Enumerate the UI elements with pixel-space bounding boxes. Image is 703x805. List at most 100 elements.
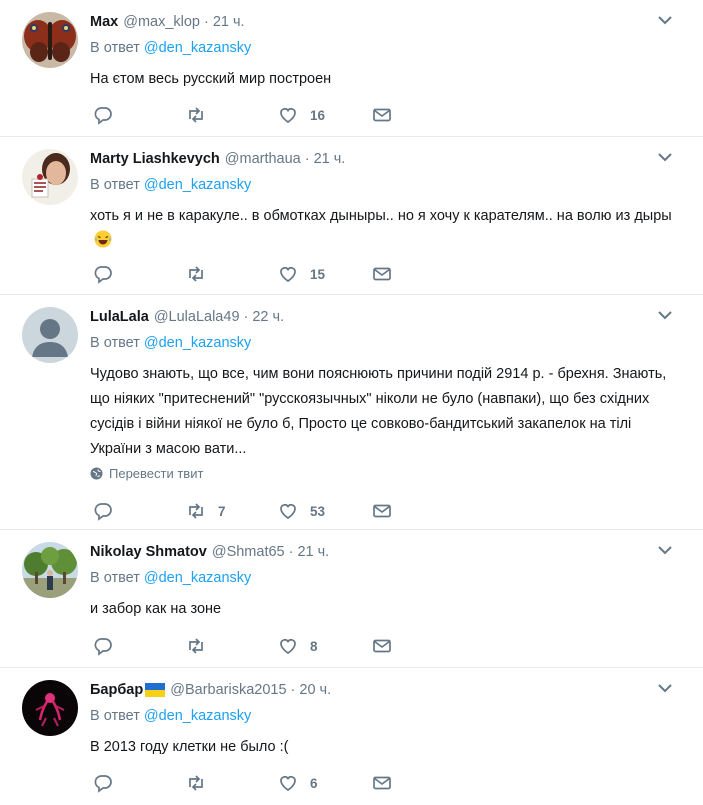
mention-link[interactable]: @den_kazansky [144, 335, 251, 351]
envelope-icon [373, 776, 391, 790]
like-count: 8 [310, 638, 318, 654]
tweet[interactable]: Nikolay Shmatov @Shmat65 · 21 ч. В ответ… [0, 530, 703, 668]
direct-message-button[interactable] [372, 772, 392, 794]
like-button[interactable]: 53 [278, 500, 325, 522]
chevron-down-icon[interactable] [657, 151, 673, 163]
timestamp[interactable]: 20 ч. [299, 682, 331, 698]
like-button[interactable]: 15 [278, 263, 325, 285]
author-handle[interactable]: @marthaua [225, 151, 301, 167]
envelope-icon [373, 108, 391, 122]
reply-button[interactable] [93, 635, 113, 657]
like-button[interactable]: 16 [278, 104, 325, 126]
author-handle[interactable]: @Shmat65 [212, 544, 285, 560]
avatar[interactable] [22, 12, 78, 68]
like-button[interactable]: 8 [278, 635, 318, 657]
retweet-button[interactable] [186, 104, 218, 126]
replies-feed: Max @max_klop · 21 ч. В ответ @den_kazan… [0, 0, 703, 805]
reply-prefix: В ответ [90, 335, 140, 351]
retweet-icon [189, 503, 203, 519]
reply-context: В ответ @den_kazansky [90, 335, 251, 351]
retweet-button[interactable] [186, 635, 218, 657]
tweet-text: В 2013 году клетки не было :( [90, 739, 289, 755]
retweet-button[interactable]: 7 [186, 500, 226, 522]
reply-button[interactable] [93, 263, 113, 285]
like-count: 16 [310, 107, 326, 123]
retweet-icon [189, 266, 203, 282]
heart-icon [280, 267, 296, 283]
author-handle[interactable]: @max_klop [123, 14, 200, 30]
reply-prefix: В ответ [90, 570, 140, 586]
author-name[interactable]: Nikolay Shmatov [90, 544, 207, 560]
avatar[interactable] [22, 542, 78, 598]
mention-link[interactable]: @den_kazansky [144, 570, 251, 586]
separator-dot: · [204, 14, 209, 30]
laughing-tears-emoji [94, 230, 112, 248]
retweet-button[interactable] [186, 772, 218, 794]
tweet-text: хоть я и не в каракуле.. в обмотках дыны… [90, 204, 680, 254]
reply-button[interactable] [93, 104, 113, 126]
author-name[interactable]: Marty Liashkevych [90, 151, 220, 167]
timestamp[interactable]: 21 ч. [297, 544, 329, 560]
tweet-text: Чудово знають, що все, чим вони пояснюют… [90, 366, 667, 457]
reply-prefix: В ответ [90, 708, 140, 724]
reply-icon [94, 503, 112, 521]
direct-message-button[interactable] [372, 104, 392, 126]
tweet[interactable]: LulaLala @LulaLala49 · 22 ч. В ответ @de… [0, 295, 703, 530]
chevron-down-icon[interactable] [657, 309, 673, 321]
retweet-icon [189, 638, 203, 654]
separator-dot: · [243, 309, 249, 325]
ukraine-flag-icon [145, 683, 166, 697]
avatar[interactable] [22, 149, 78, 205]
like-count: 6 [310, 775, 318, 791]
author-handle[interactable]: @Barbariska2015 [170, 682, 286, 698]
mention-link[interactable]: @den_kazansky [144, 708, 251, 724]
separator-dot: · [304, 151, 310, 167]
reply-button[interactable] [93, 772, 113, 794]
mention-link[interactable]: @den_kazansky [144, 177, 251, 193]
chevron-down-icon[interactable] [657, 682, 673, 694]
tweet-text: и забор как на зоне [90, 601, 222, 617]
timestamp[interactable]: 22 ч. [252, 309, 284, 325]
retweet-count: 7 [218, 503, 226, 519]
avatar[interactable] [22, 680, 78, 736]
author-handle[interactable]: @LulaLala49 [154, 309, 240, 325]
direct-message-button[interactable] [372, 500, 392, 522]
translate-label[interactable]: Перевести твит [109, 466, 203, 481]
tweet[interactable]: Барбар @Barbariska2015 · 20 ч. В ответ @… [0, 668, 703, 805]
chevron-down-icon[interactable] [657, 14, 673, 26]
author-name[interactable]: Барбар [90, 682, 143, 698]
envelope-icon [373, 639, 391, 653]
reply-icon [94, 266, 112, 284]
heart-icon [280, 108, 296, 124]
like-count: 53 [310, 503, 326, 519]
reply-icon [94, 775, 112, 793]
heart-icon [280, 776, 296, 792]
separator-dot: · [290, 682, 296, 698]
direct-message-button[interactable] [372, 635, 392, 657]
reply-button[interactable] [93, 500, 113, 522]
reply-context: В ответ @den_kazansky [90, 570, 251, 586]
author-name[interactable]: Max [90, 14, 118, 30]
tweet[interactable]: Marty Liashkevych @marthaua · 21 ч. В от… [0, 137, 703, 295]
like-button[interactable]: 6 [278, 772, 318, 794]
heart-icon [280, 639, 296, 655]
tweet[interactable]: Max @max_klop · 21 ч. В ответ @den_kazan… [0, 0, 703, 137]
author-name[interactable]: LulaLala [90, 309, 149, 325]
globe-icon [90, 467, 103, 480]
reply-context: В ответ @den_kazansky [90, 177, 251, 193]
like-count: 15 [310, 266, 326, 282]
retweet-icon [189, 107, 203, 123]
avatar[interactable] [22, 307, 78, 363]
timestamp[interactable]: 21 ч. [213, 14, 245, 30]
separator-dot: · [288, 544, 294, 560]
direct-message-button[interactable] [372, 263, 392, 285]
retweet-button[interactable] [186, 263, 218, 285]
translate-link[interactable]: Перевести твит [90, 466, 203, 481]
reply-icon [94, 107, 112, 125]
timestamp[interactable]: 21 ч. [314, 151, 346, 167]
mention-link[interactable]: @den_kazansky [144, 40, 251, 56]
reply-context: В ответ @den_kazansky [90, 40, 251, 56]
chevron-down-icon[interactable] [657, 544, 673, 556]
envelope-icon [373, 504, 391, 518]
reply-prefix: В ответ [90, 40, 140, 56]
